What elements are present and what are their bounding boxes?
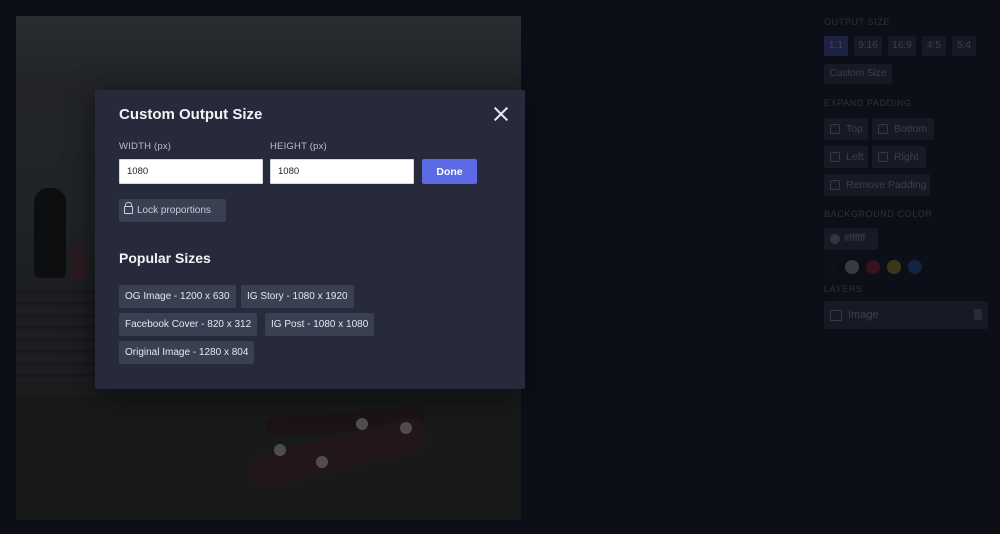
expand-padding-label: EXPAND PADDING bbox=[824, 98, 912, 108]
background-color-label: BACKGROUND COLOR bbox=[824, 209, 933, 219]
close-icon[interactable] bbox=[493, 106, 509, 122]
popular-sizes-title: Popular Sizes bbox=[119, 250, 211, 266]
swatch-blue[interactable] bbox=[908, 260, 922, 274]
remove-padding-checkbox[interactable]: Remove Padding bbox=[824, 174, 930, 196]
layer-item-image[interactable]: Image bbox=[824, 301, 988, 329]
padding-right-checkbox[interactable]: Right bbox=[872, 146, 926, 168]
padding-top-checkbox[interactable]: Top bbox=[824, 118, 868, 140]
height-label: HEIGHT (px) bbox=[270, 141, 327, 152]
checkbox-icon bbox=[830, 180, 840, 190]
background-color-picker[interactable]: #ffffff bbox=[824, 228, 878, 250]
image-icon bbox=[830, 310, 842, 321]
width-input[interactable] bbox=[119, 159, 263, 184]
size-original-image-button[interactable]: Original Image - 1280 x 804 bbox=[119, 341, 255, 364]
ratio-1-1-button[interactable]: 1:1 bbox=[824, 36, 848, 56]
trash-icon[interactable] bbox=[974, 309, 982, 320]
swatch-yellow[interactable] bbox=[887, 260, 901, 274]
color-dot-icon bbox=[830, 234, 840, 244]
ratio-4-5-button[interactable]: 4:5 bbox=[922, 36, 946, 56]
height-input[interactable] bbox=[270, 159, 414, 184]
size-facebook-cover-button[interactable]: Facebook Cover - 820 x 312 bbox=[119, 313, 258, 336]
settings-panel: OUTPUT SIZE 1:1 9:16 16:9 4:5 5:4 Custom… bbox=[822, 0, 1000, 534]
width-label: WIDTH (px) bbox=[119, 141, 172, 152]
output-size-label: OUTPUT SIZE bbox=[824, 17, 890, 27]
checkbox-icon bbox=[878, 124, 888, 134]
swatch-black[interactable] bbox=[824, 260, 838, 274]
checkbox-icon bbox=[830, 152, 840, 162]
done-button[interactable]: Done bbox=[422, 159, 477, 184]
dialog-title: Custom Output Size bbox=[119, 106, 263, 123]
padding-bottom-checkbox[interactable]: Bottom bbox=[872, 118, 934, 140]
padding-left-checkbox[interactable]: Left bbox=[824, 146, 868, 168]
lock-icon bbox=[124, 202, 133, 214]
ratio-9-16-button[interactable]: 9:16 bbox=[854, 36, 882, 56]
size-og-image-button[interactable]: OG Image - 1200 x 630 bbox=[119, 285, 236, 308]
ratio-16-9-button[interactable]: 16:9 bbox=[888, 36, 916, 56]
custom-size-button[interactable]: Custom Size bbox=[824, 64, 892, 84]
custom-output-size-dialog: Custom Output Size WIDTH (px) HEIGHT (px… bbox=[95, 90, 525, 389]
size-ig-post-button[interactable]: IG Post - 1080 x 1080 bbox=[265, 313, 375, 336]
size-ig-story-button[interactable]: IG Story - 1080 x 1920 bbox=[241, 285, 354, 308]
swatch-white[interactable] bbox=[845, 260, 859, 274]
layers-label: LAYERS bbox=[824, 284, 863, 294]
ratio-5-4-button[interactable]: 5:4 bbox=[952, 36, 976, 56]
lock-proportions-button[interactable]: Lock proportions bbox=[119, 199, 226, 222]
swatch-red[interactable] bbox=[866, 260, 880, 274]
checkbox-icon bbox=[830, 124, 840, 134]
checkbox-icon bbox=[878, 152, 888, 162]
